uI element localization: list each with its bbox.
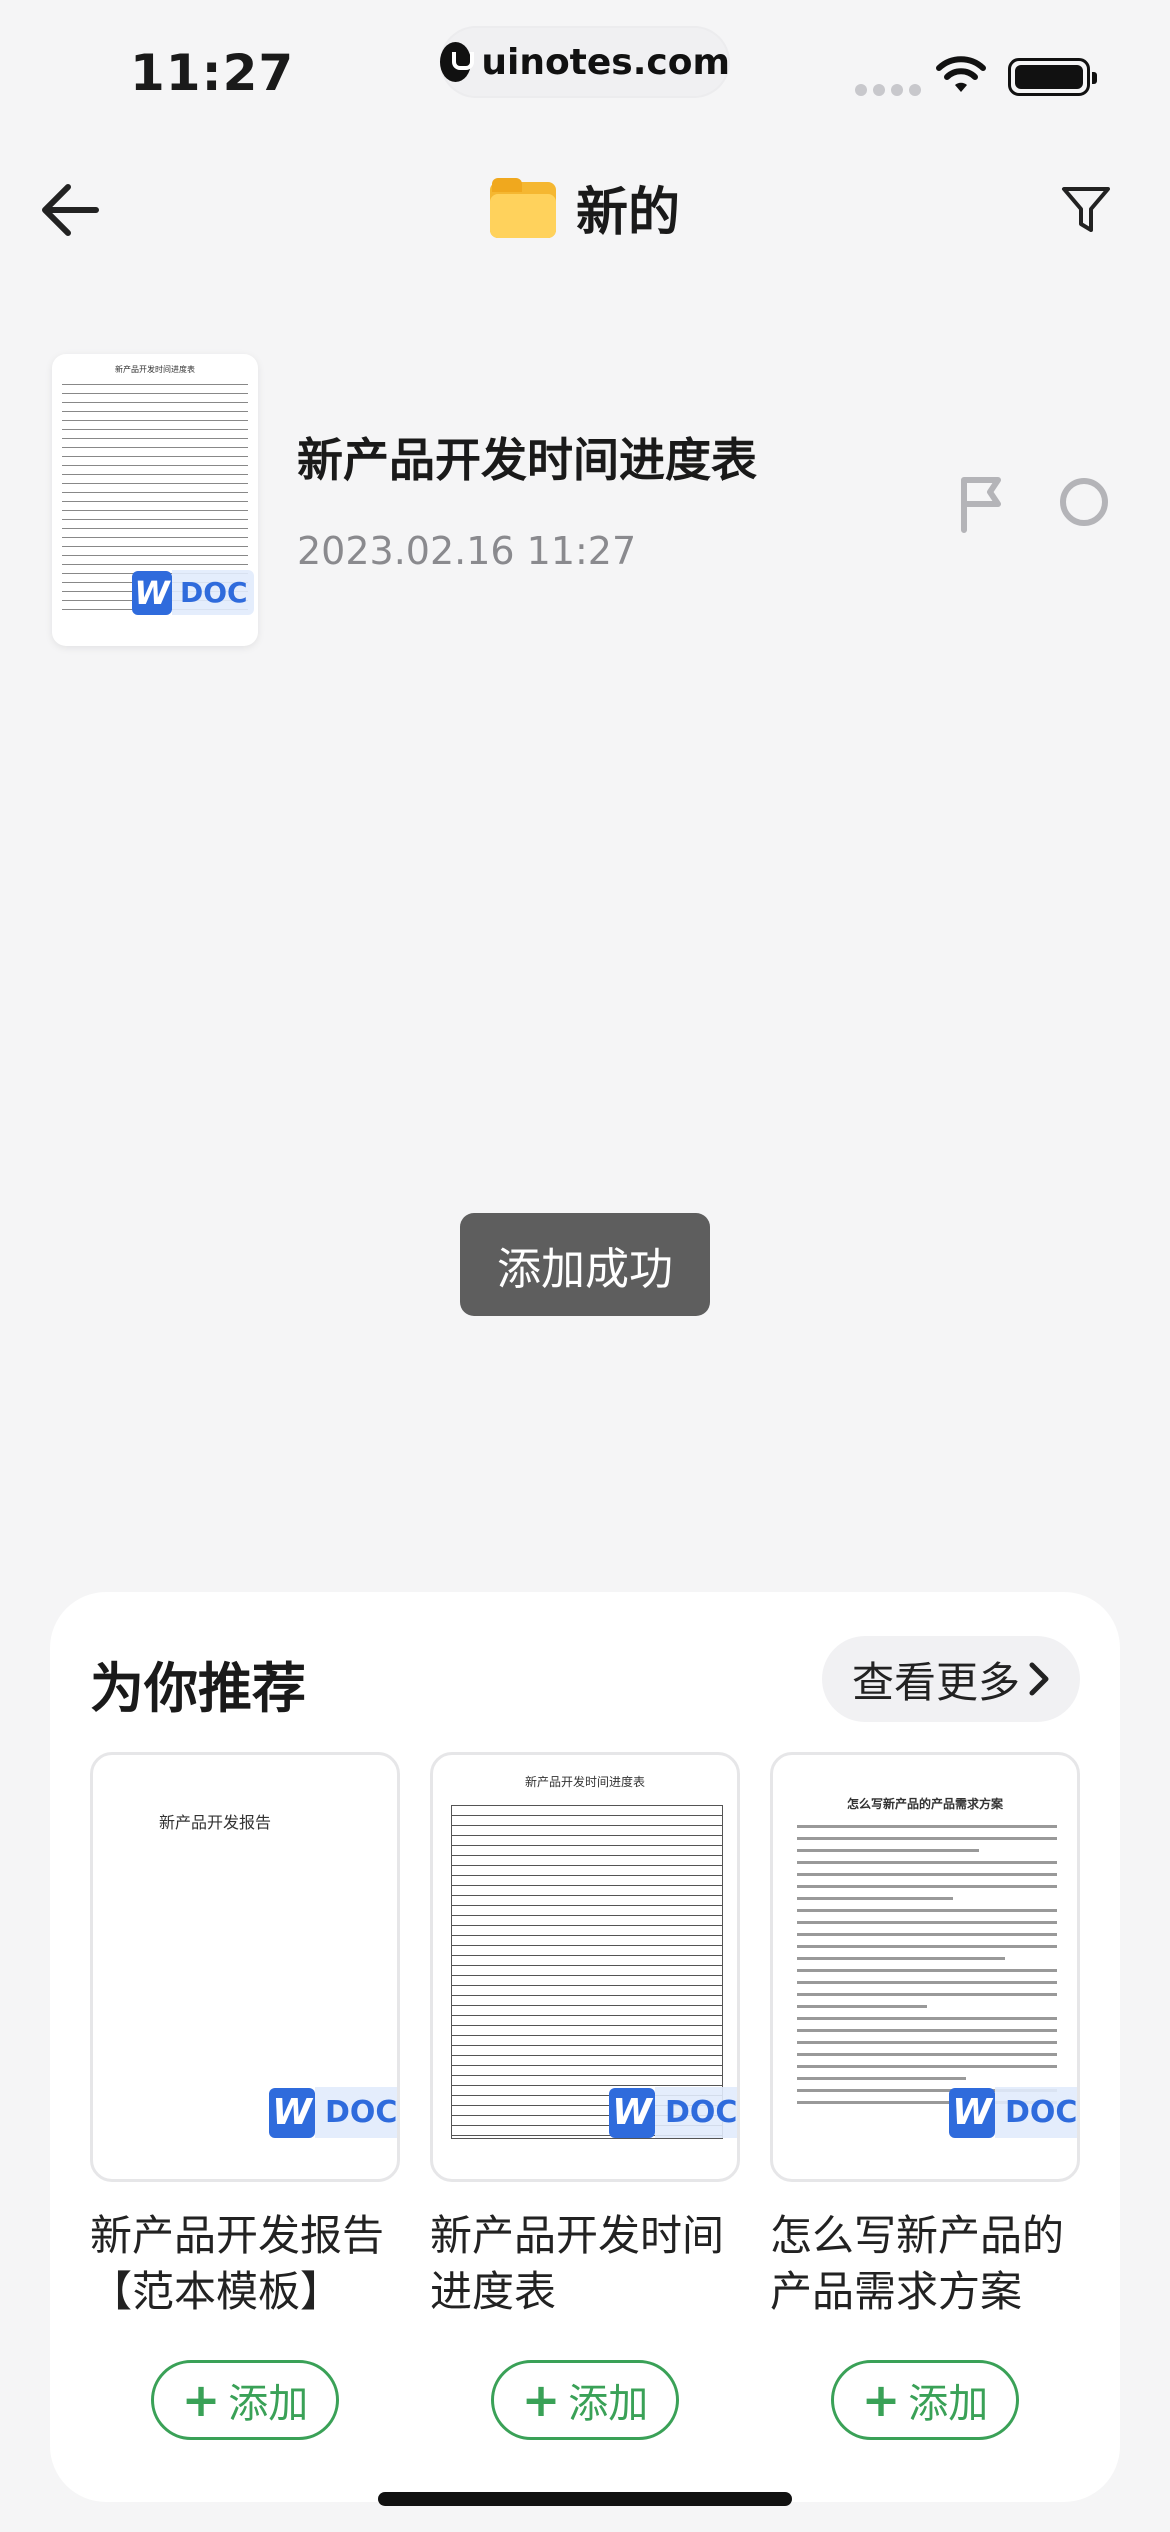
url-text: uinotes.com [481, 41, 730, 83]
doc-type-label: DOC [315, 2087, 397, 2138]
recommend-item-name: 怎么写新产品的产品需求方案 [770, 2211, 1065, 2316]
plus-icon: + [861, 2373, 901, 2427]
doc-type-badge: W DOC [132, 570, 254, 615]
doc-type-label: DOC [995, 2087, 1077, 2138]
plus-icon: + [521, 2373, 561, 2427]
recommend-item[interactable]: 新产品开发时间进度表 W DOC 新产品开发时间进度表 + 添加 [430, 1752, 740, 2440]
add-label: 添加 [228, 2381, 309, 2427]
cellular-signal-icon [855, 84, 921, 96]
word-icon: W [269, 2087, 315, 2138]
select-circle-icon[interactable] [1060, 478, 1108, 526]
word-icon: W [949, 2087, 995, 2138]
recommend-card: 为你推荐 查看更多 新产品开发报告 W DOC 新产品开发报告【范本模板】 + … [50, 1592, 1120, 2502]
recommend-item[interactable]: 怎么写新产品的产品需求方案 W DOC 怎么写新产品的产品需求方案 + 添加 [770, 1752, 1080, 2440]
add-button[interactable]: + 添加 [491, 2360, 679, 2440]
recommend-item-name: 新产品开发时间进度表 [430, 2211, 725, 2316]
thumb-title: 新产品开发时间进度表 [524, 1775, 645, 1789]
doc-type-badge: W DOC [949, 2087, 1077, 2138]
add-button[interactable]: + 添加 [151, 2360, 339, 2440]
word-icon: W [132, 570, 172, 615]
flag-icon [961, 477, 1001, 533]
chevron-right-icon [1029, 1662, 1049, 1696]
thumb-title: 怎么写新产品的产品需求方案 [846, 1797, 1003, 1811]
document-title: 新产品开发时间进度表 [297, 433, 757, 487]
add-label: 添加 [568, 2381, 649, 2427]
see-more-label: 查看更多 [851, 1657, 1020, 1707]
battery-icon [1008, 58, 1097, 96]
recommend-thumbnail[interactable]: 怎么写新产品的产品需求方案 W DOC [770, 1752, 1080, 2182]
filter-button[interactable] [1054, 178, 1118, 242]
folder-icon [489, 177, 556, 238]
recommend-item[interactable]: 新产品开发报告 W DOC 新产品开发报告【范本模板】 + 添加 [90, 1752, 400, 2440]
doc-type-label: DOC [172, 570, 254, 615]
header: 新的 [0, 150, 1170, 260]
add-label: 添加 [908, 2381, 989, 2427]
word-icon: W [609, 2087, 655, 2138]
thumb-paragraph-lines [797, 1825, 1057, 2119]
flag-button[interactable] [952, 474, 1012, 534]
status-time: 11:27 [130, 44, 295, 102]
toast-message: 添加成功 [460, 1213, 710, 1316]
recommend-item-name: 新产品开发报告【范本模板】 [90, 2211, 385, 2316]
home-indicator[interactable] [378, 2492, 792, 2506]
url-pill[interactable]: uinotes.com [440, 26, 730, 98]
document-date: 2023.02.16 11:27 [297, 529, 637, 573]
plus-icon: + [181, 2373, 221, 2427]
thumb-title: 新产品开发报告 [158, 1813, 271, 1832]
thumb-title: 新产品开发时间进度表 [115, 365, 195, 374]
status-bar: 11:27 uinotes.com [0, 0, 1170, 140]
add-button[interactable]: + 添加 [831, 2360, 1019, 2440]
recommend-thumbnail[interactable]: 新产品开发时间进度表 W DOC [430, 1752, 740, 2182]
doc-type-badge: W DOC [609, 2087, 737, 2138]
recommend-thumbnail[interactable]: 新产品开发报告 W DOC [90, 1752, 400, 2182]
see-more-button[interactable]: 查看更多 [822, 1636, 1080, 1722]
header-title-group: 新的 [0, 170, 1170, 245]
document-thumbnail[interactable]: 新产品开发时间进度表 W DOC [52, 354, 258, 646]
recommend-title: 为你推荐 [90, 1657, 306, 1720]
wifi-icon [936, 56, 986, 92]
uinotes-logo-icon [440, 42, 475, 82]
filter-icon [1062, 187, 1110, 232]
doc-type-label: DOC [655, 2087, 737, 2138]
document-item[interactable]: 新产品开发时间进度表 W DOC 新产品开发时间进度表 2023.02.16 1… [52, 354, 1142, 649]
doc-type-badge: W DOC [269, 2087, 397, 2138]
page-title: 新的 [575, 183, 680, 243]
